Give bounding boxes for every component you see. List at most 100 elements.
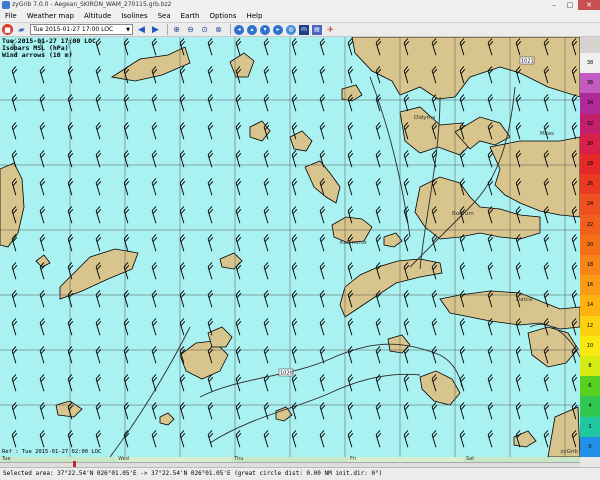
wind-arrow — [571, 122, 578, 140]
menu-altitude[interactable]: Altitude — [79, 10, 116, 22]
wind-arrow — [11, 290, 18, 308]
minimize-icon[interactable]: – — [546, 0, 562, 10]
wind-arrow — [235, 206, 242, 224]
wind-arrow — [67, 150, 74, 168]
wind-arrow — [291, 38, 298, 56]
menu-options[interactable]: Options — [204, 10, 241, 22]
close-icon[interactable]: ✕ — [578, 0, 600, 10]
wind-arrow — [39, 346, 46, 364]
scale-header — [580, 37, 600, 53]
scale-cell: 38 — [580, 53, 600, 74]
land-mass — [219, 252, 243, 270]
wind-arrow — [67, 122, 74, 140]
next-icon[interactable]: ▶ — [150, 24, 161, 35]
menu-sea[interactable]: Sea — [153, 10, 176, 22]
datalog-icon[interactable]: ▤ — [312, 24, 322, 35]
globe-icon[interactable]: ◍ — [286, 24, 296, 35]
wind-arrow — [235, 178, 242, 196]
wind-arrow — [487, 262, 494, 280]
wind-arrow — [123, 374, 130, 392]
wind-arrow — [123, 150, 130, 168]
wind-arrow — [291, 290, 298, 308]
wind-arrow — [179, 150, 186, 168]
prev-icon[interactable]: ◀ — [136, 24, 147, 35]
zoom-in-icon[interactable]: ⊕ — [171, 24, 182, 35]
meteotable-icon[interactable]: m — [299, 24, 309, 35]
wind-arrow — [123, 318, 130, 336]
isobar-line — [209, 373, 421, 444]
wind-arrow — [235, 38, 242, 56]
nav-left-icon[interactable]: ◂ — [234, 24, 244, 35]
land-mass — [0, 162, 25, 248]
rocket-icon[interactable]: ✈ — [325, 24, 336, 35]
wind-arrow — [95, 318, 102, 336]
wind-arrow — [123, 430, 130, 448]
menu-file[interactable]: File — [0, 10, 22, 22]
date-selector[interactable]: Tue 2015-01-27 17:00 LOC ▼ — [30, 24, 133, 35]
wind-arrow — [291, 94, 298, 112]
brand-label: zyGrib — [560, 449, 578, 455]
wind-arrow — [207, 206, 214, 224]
wind-arrow — [207, 122, 214, 140]
wind-arrow — [207, 262, 214, 280]
wind-arrow — [431, 430, 438, 448]
folder-icon[interactable]: ▰ — [16, 24, 27, 35]
menu-isolines[interactable]: Isolines — [116, 10, 152, 22]
wind-arrow — [263, 150, 270, 168]
city-label: Kalymnos — [340, 240, 367, 246]
zoom-selection-icon[interactable]: ⊗ — [213, 24, 224, 35]
zoom-fit-icon[interactable]: ⊙ — [199, 24, 210, 35]
toolbar: ■ ▰ Tue 2015-01-27 17:00 LOC ▼ ◀ ▶ ⊕ ⊖ ⊙… — [0, 23, 600, 37]
isobar-line — [369, 76, 411, 238]
wind-arrow — [235, 290, 242, 308]
wind-arrow — [39, 290, 46, 308]
wind-arrow — [347, 346, 354, 364]
city-label: Didyma — [414, 115, 436, 121]
wind-arrow — [95, 38, 102, 56]
land-mass — [275, 406, 293, 422]
timeline[interactable]: Tue Wed Thu Fri Sat — [0, 457, 600, 467]
wind-arrow — [11, 318, 18, 336]
wind-arrow — [235, 94, 242, 112]
wind-arrow — [319, 346, 326, 364]
weather-map[interactable]: 1021 1020 Tue 2015-01-27 17:00 LOC Isoba… — [0, 37, 580, 457]
menu-weather-map[interactable]: Weather map — [22, 10, 79, 22]
chevron-down-icon: ▼ — [126, 27, 130, 33]
wind-arrow — [11, 66, 18, 84]
wind-arrow — [151, 150, 158, 168]
wind-arrow — [235, 346, 242, 364]
wind-arrow — [319, 234, 326, 252]
wind-arrow — [67, 346, 74, 364]
nav-right-icon[interactable]: ▸ — [273, 24, 283, 35]
scale-cell: 28 — [580, 154, 600, 175]
maximize-icon[interactable]: □ — [562, 0, 578, 10]
wind-arrow — [39, 94, 46, 112]
wind-arrow — [39, 318, 46, 336]
stop-icon[interactable]: ■ — [2, 24, 13, 35]
wind-arrow — [67, 178, 74, 196]
nav-up-icon[interactable]: ▴ — [247, 24, 257, 35]
wind-arrow — [403, 374, 410, 392]
scale-cell: 6 — [580, 376, 600, 397]
scale-cell: 30 — [580, 133, 600, 154]
wind-arrow — [123, 290, 130, 308]
scale-cell: 20 — [580, 234, 600, 255]
map-canvas[interactable]: 1021 1020 — [0, 37, 580, 457]
wind-arrow — [151, 346, 158, 364]
wind-arrow — [291, 430, 298, 448]
wind-arrow — [11, 262, 18, 280]
menu-help[interactable]: Help — [241, 10, 267, 22]
wind-arrow — [543, 234, 550, 252]
wind-arrow — [179, 66, 186, 84]
wind-arrow — [67, 94, 74, 112]
wind-arrow — [319, 66, 326, 84]
wind-arrow — [179, 94, 186, 112]
wind-arrow — [179, 178, 186, 196]
wind-arrow — [235, 430, 242, 448]
zoom-out-icon[interactable]: ⊖ — [185, 24, 196, 35]
city-label: Bodrum — [452, 211, 474, 217]
nav-down-icon[interactable]: ▾ — [260, 24, 270, 35]
menu-earth[interactable]: Earth — [176, 10, 205, 22]
wind-arrow — [403, 430, 410, 448]
scale-cell: 26 — [580, 174, 600, 195]
